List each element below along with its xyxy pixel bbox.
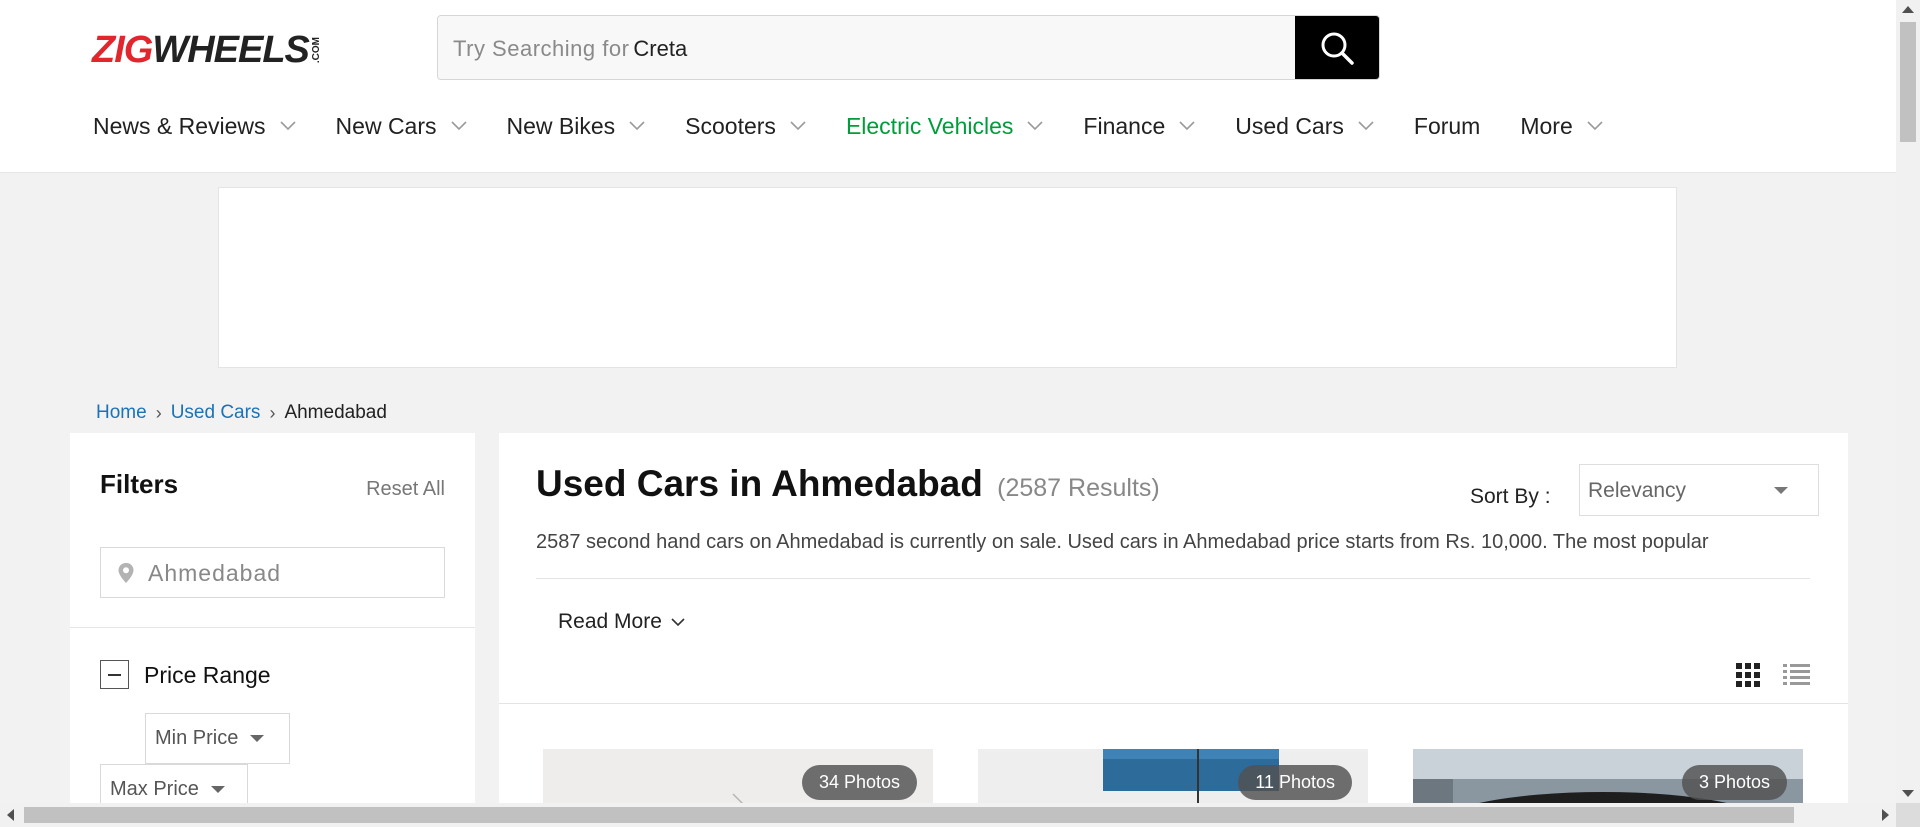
max-price-label: Max Price bbox=[110, 778, 199, 800]
caret-down-icon bbox=[250, 735, 265, 742]
sort-by-label: Sort By : bbox=[1470, 485, 1551, 508]
price-range-label: Price Range bbox=[144, 662, 271, 688]
breadcrumb-used-cars[interactable]: Used Cars bbox=[171, 402, 261, 424]
chevron-down-icon bbox=[1179, 121, 1195, 131]
nav-finance[interactable]: Finance bbox=[1083, 113, 1195, 140]
photo-count-badge: 3 Photos bbox=[1681, 765, 1787, 800]
site-header: ZIG WHEELS .COM Try Searching for Creta N… bbox=[0, 0, 1896, 173]
caret-down-icon bbox=[210, 786, 225, 793]
list-view-icon[interactable] bbox=[1783, 663, 1810, 687]
nav-more[interactable]: More bbox=[1520, 112, 1603, 140]
divider bbox=[499, 703, 1848, 704]
zigwheels-logo[interactable]: ZIG WHEELS .COM bbox=[92, 28, 372, 71]
logo-wheels-text: WHEELS bbox=[152, 28, 310, 71]
main-nav: News & Reviews New Cars New Bikes Scoote… bbox=[93, 108, 1643, 144]
photo-count-badge: 34 Photos bbox=[801, 765, 917, 800]
chevron-down-icon bbox=[1587, 121, 1603, 131]
nav-used-cars[interactable]: Used Cars bbox=[1235, 113, 1374, 140]
nav-label: New Bikes bbox=[506, 112, 616, 139]
search-icon bbox=[1321, 32, 1354, 65]
search-input[interactable]: Try Searching for Creta bbox=[453, 36, 687, 62]
read-more-label: Read More bbox=[558, 610, 662, 633]
chevron-down-icon bbox=[629, 121, 645, 131]
nav-label: More bbox=[1520, 112, 1573, 139]
scroll-left-arrow-icon[interactable] bbox=[7, 809, 14, 821]
nav-label: Electric Vehicles bbox=[845, 112, 1014, 139]
sort-by-select[interactable]: Relevancy bbox=[1579, 464, 1819, 516]
nav-label: Finance bbox=[1083, 112, 1166, 139]
breadcrumb-separator-icon: › bbox=[269, 402, 276, 423]
chevron-down-icon bbox=[1027, 121, 1043, 131]
breadcrumb: Home › Used Cars › Ahmedabad bbox=[96, 402, 387, 424]
search-hint: Creta bbox=[633, 36, 688, 61]
nav-label: Used Cars bbox=[1235, 112, 1344, 139]
horizontal-scrollbar[interactable] bbox=[0, 803, 1896, 827]
nav-label: Forum bbox=[1413, 112, 1481, 139]
nav-label: Scooters bbox=[685, 112, 776, 139]
chevron-down-icon bbox=[450, 121, 467, 131]
scroll-up-arrow-icon[interactable] bbox=[1902, 6, 1914, 13]
vertical-scrollbar[interactable] bbox=[1896, 0, 1920, 803]
breadcrumb-home[interactable]: Home bbox=[96, 402, 147, 424]
scroll-down-arrow-icon[interactable] bbox=[1902, 790, 1914, 797]
chevron-down-icon bbox=[1358, 121, 1374, 131]
chevron-down-icon bbox=[790, 121, 806, 131]
search-placeholder: Try Searching for bbox=[453, 36, 630, 61]
divider bbox=[536, 578, 1810, 579]
min-price-select[interactable]: Min Price bbox=[145, 713, 290, 764]
caret-down-icon bbox=[1774, 487, 1788, 494]
logo-zig-text: ZIG bbox=[92, 28, 153, 71]
filters-divider bbox=[70, 627, 475, 628]
price-range-collapse-toggle[interactable] bbox=[100, 660, 129, 689]
breadcrumb-separator-icon: › bbox=[155, 402, 162, 423]
vertical-scroll-thumb[interactable] bbox=[1900, 22, 1916, 142]
photo-count-badge: 11 Photos bbox=[1238, 765, 1352, 800]
nav-scooters[interactable]: Scooters bbox=[685, 113, 806, 140]
nav-forum[interactable]: Forum bbox=[1414, 113, 1480, 140]
horizontal-scroll-thumb[interactable] bbox=[24, 807, 1794, 823]
chevron-down-icon bbox=[671, 618, 685, 627]
results-count: (2587 Results) bbox=[997, 474, 1160, 502]
search-button[interactable] bbox=[1295, 16, 1379, 79]
sort-value: Relevancy bbox=[1588, 479, 1687, 502]
location-input[interactable]: Ahmedabad bbox=[100, 547, 445, 598]
page-title-text: Used Cars in Ahmedabad bbox=[536, 463, 983, 504]
results-panel: Used Cars in Ahmedabad (2587 Results) So… bbox=[499, 433, 1848, 827]
location-value: Ahmedabad bbox=[148, 560, 282, 586]
page-title: Used Cars in Ahmedabad (2587 Results) bbox=[536, 463, 1160, 505]
location-pin-icon bbox=[118, 563, 134, 583]
nav-new-bikes[interactable]: New Bikes bbox=[507, 113, 646, 140]
results-description: 2587 second hand cars on Ahmedabad is cu… bbox=[536, 531, 1709, 553]
min-price-label: Min Price bbox=[155, 727, 239, 749]
ad-banner-slot bbox=[218, 187, 1677, 368]
breadcrumb-current: Ahmedabad bbox=[284, 402, 387, 423]
nav-label: News & Reviews bbox=[93, 112, 266, 139]
filters-title: Filters bbox=[100, 469, 179, 499]
nav-new-cars[interactable]: New Cars bbox=[336, 113, 467, 140]
scroll-right-arrow-icon[interactable] bbox=[1882, 809, 1889, 821]
filters-panel: Filters Reset All Ahmedabad Price Range … bbox=[70, 433, 475, 827]
chevron-down-icon bbox=[279, 121, 296, 131]
nav-label: New Cars bbox=[335, 112, 437, 139]
grid-view-icon[interactable] bbox=[1736, 663, 1760, 687]
nav-electric-vehicles[interactable]: Electric Vehicles bbox=[846, 113, 1043, 140]
search-bar[interactable]: Try Searching for Creta bbox=[437, 15, 1380, 80]
read-more-button[interactable]: Read More bbox=[558, 610, 686, 634]
scrollbar-corner bbox=[1896, 803, 1920, 827]
nav-news-reviews[interactable]: News & Reviews bbox=[93, 113, 296, 140]
logo-com-text: .COM bbox=[310, 36, 322, 64]
reset-all-button[interactable]: Reset All bbox=[366, 478, 445, 501]
